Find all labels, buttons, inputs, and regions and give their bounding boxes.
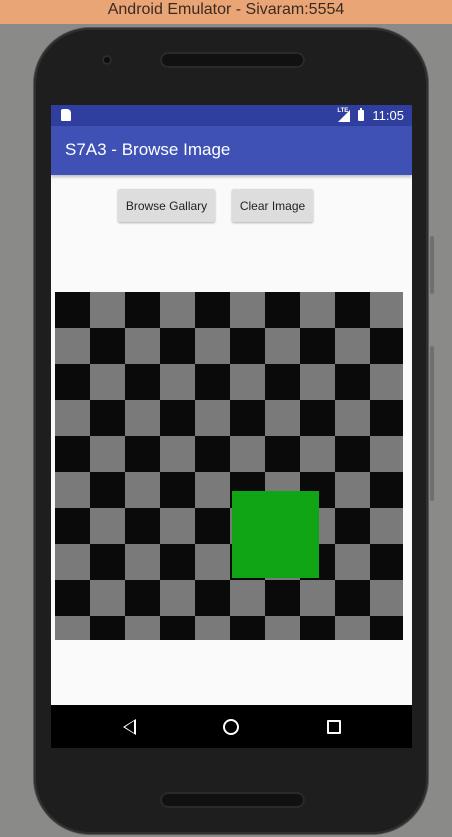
checker-tile <box>90 616 125 640</box>
checker-tile <box>370 400 403 436</box>
checker-tile <box>370 328 403 364</box>
browse-gallery-button[interactable]: Browse Gallary <box>118 189 215 222</box>
checker-tile <box>335 364 370 400</box>
battery-icon <box>358 108 365 121</box>
bottom-speaker <box>160 792 305 808</box>
checker-tile <box>195 508 230 544</box>
lte-signal-icon: LTE <box>337 107 351 122</box>
front-camera <box>102 55 112 65</box>
checker-tile <box>335 508 370 544</box>
checker-tile <box>265 292 300 328</box>
checker-tile <box>55 436 90 472</box>
checker-tile <box>230 616 265 640</box>
home-icon[interactable] <box>223 719 239 735</box>
checker-tile <box>335 292 370 328</box>
checker-tile <box>300 616 335 640</box>
checker-tile <box>195 580 230 616</box>
checker-tile <box>90 400 125 436</box>
sd-card-icon <box>61 109 71 121</box>
recents-icon[interactable] <box>327 720 341 734</box>
checker-tile <box>55 292 90 328</box>
checker-tile <box>125 364 160 400</box>
checker-tile <box>195 436 230 472</box>
back-icon[interactable] <box>123 719 136 735</box>
network-type: LTE <box>337 107 349 114</box>
top-speaker <box>160 52 305 68</box>
status-time: 11:05 <box>372 108 404 123</box>
power-key[interactable] <box>430 346 434 501</box>
app-title: S7A3 - Browse Image <box>65 140 231 159</box>
checker-tile <box>335 580 370 616</box>
checker-tile <box>90 472 125 508</box>
checker-tile <box>265 364 300 400</box>
checker-tile <box>55 580 90 616</box>
checker-tile <box>125 580 160 616</box>
checker-tile <box>125 292 160 328</box>
checker-tile <box>55 508 90 544</box>
status-bar: LTE 11:05 <box>51 105 412 126</box>
checker-tile <box>125 436 160 472</box>
device-screen: LTE 11:05 S7A3 - Browse Image Browse Gal… <box>51 105 412 748</box>
emulator-title-bar: Android Emulator - Sivaram:5554 <box>0 0 452 24</box>
checker-tile <box>230 328 265 364</box>
checker-tile <box>90 328 125 364</box>
checker-tile <box>160 400 195 436</box>
checker-tile <box>370 544 403 580</box>
navigation-bar <box>51 705 412 748</box>
checker-tile <box>90 544 125 580</box>
checker-tile <box>230 400 265 436</box>
checker-tile <box>125 508 160 544</box>
checker-tile <box>300 400 335 436</box>
checker-tile <box>160 544 195 580</box>
checker-tile <box>370 616 403 640</box>
checker-tile <box>370 472 403 508</box>
checker-tile <box>195 364 230 400</box>
green-square <box>232 491 319 578</box>
checker-tile <box>335 436 370 472</box>
checker-tile <box>265 436 300 472</box>
app-bar: S7A3 - Browse Image <box>51 126 412 175</box>
checker-tile <box>265 580 300 616</box>
image-view <box>55 292 403 640</box>
volume-key[interactable] <box>430 236 434 294</box>
emulator-title: Android Emulator - Sivaram:5554 <box>107 1 345 18</box>
checker-tile <box>160 328 195 364</box>
checker-tile <box>160 616 195 640</box>
clear-image-button[interactable]: Clear Image <box>232 189 313 222</box>
checker-tile <box>55 364 90 400</box>
checker-tile <box>195 292 230 328</box>
checker-tile <box>160 472 195 508</box>
checker-tile <box>300 328 335 364</box>
